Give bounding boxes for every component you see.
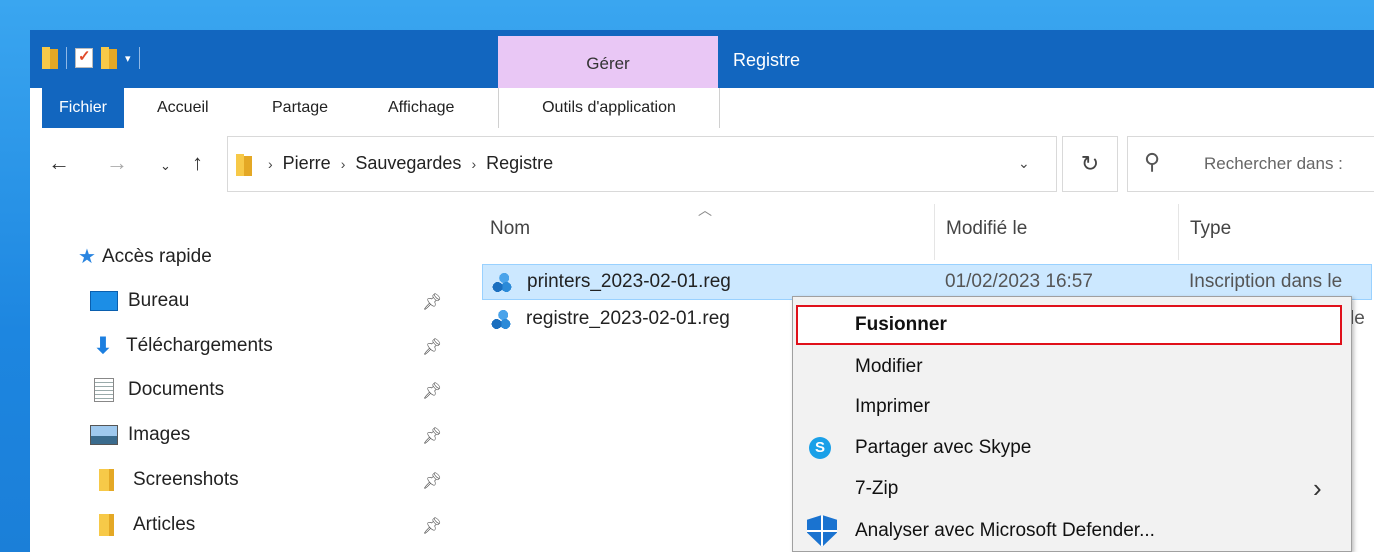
file-type: Inscription dans le bbox=[1189, 271, 1343, 292]
address-dropdown-chevron-icon[interactable]: ⌄ bbox=[1018, 155, 1030, 172]
nav-item-label: Documents bbox=[128, 379, 225, 400]
tab-affichage[interactable]: Affichage bbox=[388, 88, 454, 128]
search-box[interactable]: ⚲ Rechercher dans : bbox=[1127, 136, 1374, 192]
customize-toolbar-dropdown-icon[interactable]: ▾ bbox=[125, 52, 131, 65]
quick-access-toolbar: ▾ bbox=[42, 40, 140, 76]
address-bar[interactable]: › Pierre › Sauvegardes › Registre ⌄ bbox=[227, 136, 1057, 192]
quick-access-label: Accès rapide bbox=[101, 245, 212, 267]
file-name: registre_2023-02-01.reg bbox=[526, 308, 730, 329]
file-modified: 01/02/2023 16:57 bbox=[945, 271, 1093, 292]
menu-item-label: Modifier bbox=[855, 356, 923, 377]
desktop-icon bbox=[90, 291, 118, 311]
nav-item-label: Screenshots bbox=[133, 469, 239, 490]
pin-icon: 📌︎ bbox=[422, 428, 443, 445]
pin-icon: 📌︎ bbox=[422, 473, 443, 490]
nav-item-label: Bureau bbox=[128, 290, 190, 311]
back-arrow-icon[interactable]: ← bbox=[48, 150, 70, 176]
file-name: printers_2023-02-01.reg bbox=[527, 271, 731, 292]
up-arrow-icon[interactable]: ↑ bbox=[192, 150, 203, 176]
manage-tab-label: Gérer bbox=[586, 54, 630, 73]
pin-icon: 📌︎ bbox=[422, 294, 443, 311]
menu-item-defender[interactable]: Analyser avec Microsoft Defender... bbox=[793, 511, 1351, 551]
toolbar-separator bbox=[138, 47, 140, 69]
menu-item-label: Fusionner bbox=[855, 314, 947, 335]
submenu-chevron-icon: › bbox=[1313, 473, 1322, 503]
breadcrumb-item[interactable]: Pierre bbox=[283, 153, 331, 174]
pin-icon: 📌︎ bbox=[422, 383, 443, 400]
nav-item-label: Images bbox=[128, 424, 191, 445]
breadcrumb-item[interactable]: Registre bbox=[486, 153, 553, 174]
column-header-type[interactable]: Type bbox=[1190, 218, 1231, 240]
menu-item-partager-skype[interactable]: S Partager avec Skype bbox=[793, 428, 1351, 468]
menu-item-label: 7-Zip bbox=[855, 478, 899, 499]
star-icon: ★ bbox=[78, 246, 96, 268]
file-type: le bbox=[1350, 308, 1365, 329]
registry-file-icon bbox=[491, 273, 513, 293]
breadcrumb-chevron-icon[interactable]: › bbox=[471, 156, 476, 172]
column-divider[interactable] bbox=[1178, 204, 1179, 260]
nav-item-documents[interactable]: Documents bbox=[90, 375, 224, 405]
properties-icon[interactable] bbox=[75, 47, 93, 68]
menu-item-modifier[interactable]: Modifier bbox=[793, 347, 1351, 387]
context-menu: Fusionner Modifier Imprimer S Partager a… bbox=[792, 296, 1352, 552]
search-icon: ⚲ bbox=[1144, 149, 1161, 174]
tab-partage[interactable]: Partage bbox=[272, 88, 328, 128]
column-header-modified[interactable]: Modifié le bbox=[946, 218, 1027, 240]
column-header-name[interactable]: Nom bbox=[490, 218, 530, 240]
images-icon bbox=[90, 425, 118, 445]
recent-locations-chevron-icon[interactable]: ⌄ bbox=[160, 158, 171, 174]
download-icon: ⬇ bbox=[93, 333, 113, 358]
menu-item-label: Partager avec Skype bbox=[855, 437, 1032, 458]
sort-ascending-icon: ︿ bbox=[698, 202, 712, 218]
nav-item-label: Articles bbox=[133, 514, 196, 535]
folder-icon bbox=[99, 514, 114, 536]
nav-item-label: Téléchargements bbox=[126, 335, 273, 356]
tab-fichier[interactable]: Fichier bbox=[42, 88, 124, 128]
column-divider[interactable] bbox=[934, 204, 935, 260]
menu-item-label: Analyser avec Microsoft Defender... bbox=[855, 520, 1155, 541]
nav-item-telechargements[interactable]: ⬇ Téléchargements bbox=[90, 331, 273, 361]
breadcrumb-item[interactable]: Sauvegardes bbox=[355, 153, 461, 174]
folder-icon bbox=[99, 469, 114, 491]
folder-icon bbox=[42, 47, 58, 69]
menu-item-7zip[interactable]: 7-Zip › bbox=[793, 469, 1351, 509]
menu-item-fusionner[interactable]: Fusionner bbox=[796, 305, 1342, 345]
quick-access[interactable]: ★ Accès rapide bbox=[78, 244, 212, 269]
nav-item-bureau[interactable]: Bureau bbox=[90, 286, 189, 316]
nav-item-articles[interactable]: Articles bbox=[90, 510, 195, 540]
manage-context-tab[interactable]: Gérer bbox=[498, 36, 718, 88]
navigation-pane: ★ Accès rapide Bureau 📌︎ ⬇ Téléchargemen… bbox=[30, 200, 452, 552]
tab-accueil[interactable]: Accueil bbox=[157, 88, 209, 128]
breadcrumb-chevron-icon[interactable]: › bbox=[268, 156, 273, 172]
forward-arrow-icon[interactable]: → bbox=[106, 150, 128, 176]
search-input[interactable]: Rechercher dans : bbox=[1204, 154, 1343, 174]
documents-icon bbox=[94, 378, 114, 402]
window-title: Registre bbox=[733, 50, 801, 70]
breadcrumb: › Pierre › Sauvegardes › Registre bbox=[268, 153, 553, 174]
menu-item-imprimer[interactable]: Imprimer bbox=[793, 387, 1351, 427]
folder-icon bbox=[236, 154, 252, 176]
skype-icon: S bbox=[809, 437, 831, 459]
breadcrumb-chevron-icon[interactable]: › bbox=[341, 156, 346, 172]
toolbar-separator bbox=[66, 47, 67, 69]
nav-item-screenshots[interactable]: Screenshots bbox=[90, 465, 239, 495]
navigation-bar: ← → ⌄ ↑ › Pierre › Sauvegardes › Registr… bbox=[30, 128, 1374, 200]
new-folder-icon[interactable] bbox=[101, 47, 117, 69]
ribbon-tabs: Fichier Accueil Partage Affichage Outils… bbox=[30, 88, 1374, 129]
tab-outils-application[interactable]: Outils d'application bbox=[498, 88, 720, 128]
menu-item-label: Imprimer bbox=[855, 396, 930, 417]
nav-item-images[interactable]: Images bbox=[90, 420, 190, 450]
title-bar: ▾ Gérer Registre bbox=[30, 30, 1374, 88]
defender-icon bbox=[807, 515, 837, 547]
pin-icon: 📌︎ bbox=[422, 518, 443, 535]
registry-file-icon bbox=[490, 310, 512, 330]
pin-icon: 📌︎ bbox=[422, 339, 443, 356]
file-row[interactable]: printers_2023-02-01.reg 01/02/2023 16:57… bbox=[482, 264, 1372, 300]
refresh-icon[interactable]: ↻ bbox=[1062, 136, 1118, 192]
